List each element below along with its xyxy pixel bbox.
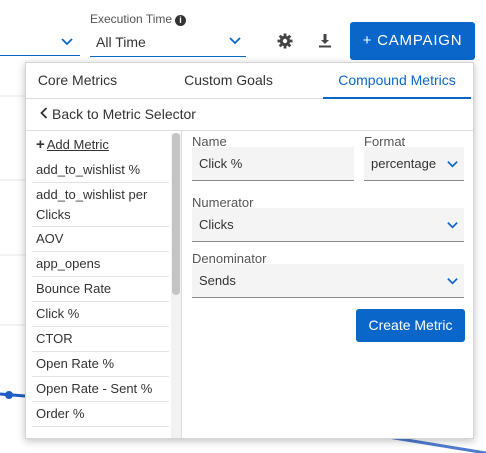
list-item[interactable]: Open Rate - Sent %	[32, 377, 169, 402]
list-item[interactable]: CTOR	[32, 327, 169, 352]
chevron-down-icon	[447, 222, 458, 229]
scrollbar-thumb[interactable]	[172, 133, 180, 295]
gear-icon[interactable]	[276, 32, 294, 50]
execution-time-label-text: Execution Time	[90, 12, 173, 26]
add-metric-label: Add Metric	[46, 137, 109, 152]
tab-custom-goals[interactable]: Custom Goals	[171, 63, 286, 99]
list-item[interactable]: app_opens	[32, 252, 169, 277]
create-metric-button[interactable]: Create Metric	[356, 309, 465, 342]
name-field[interactable]: Click %	[192, 147, 354, 181]
denominator-value: Sends	[199, 273, 236, 288]
format-value: percentage	[371, 156, 437, 171]
divider	[181, 131, 182, 438]
numerator-select[interactable]: Clicks	[192, 208, 464, 242]
list-item[interactable]: Order %	[32, 402, 169, 427]
app-root: Execution Time i All Time + CAMPAIGN Core…	[0, 0, 486, 453]
metric-list-scrollbar[interactable]	[171, 133, 181, 438]
add-metric-link[interactable]: + Add Metric	[32, 133, 169, 158]
list-item[interactable]: Open Rate %	[32, 352, 169, 377]
list-item[interactable]: Click %	[32, 302, 169, 327]
chevron-down-icon	[229, 37, 241, 45]
info-icon[interactable]: i	[175, 15, 187, 26]
metric-selector-panel: Core Metrics Custom Goals Compound Metri…	[25, 62, 474, 439]
list-item[interactable]: add_to_wishlist %	[32, 158, 169, 183]
format-select[interactable]: percentage	[364, 147, 464, 181]
back-label: Back to Metric Selector	[52, 106, 196, 122]
list-item[interactable]: add_to_wishlist per Clicks	[32, 183, 169, 227]
download-icon[interactable]	[316, 32, 334, 50]
numerator-value: Clicks	[199, 217, 234, 232]
metric-tabs: Core Metrics Custom Goals Compound Metri…	[26, 63, 473, 99]
metric-list: + Add Metric add_to_wishlist % add_to_wis…	[32, 133, 169, 438]
filter-select[interactable]	[0, 28, 80, 56]
name-value: Click %	[199, 156, 243, 171]
list-item[interactable]: AOV	[32, 227, 169, 252]
execution-time-label: Execution Time i	[90, 12, 187, 26]
add-campaign-button[interactable]: + CAMPAIGN	[350, 22, 475, 60]
chevron-down-icon	[447, 278, 458, 285]
chevron-down-icon	[447, 161, 458, 168]
back-to-metric-selector-link[interactable]: Back to Metric Selector	[26, 99, 473, 131]
execution-time-select[interactable]: All Time	[90, 28, 246, 57]
tab-core-metrics[interactable]: Core Metrics	[26, 63, 129, 99]
list-item[interactable]: Bounce Rate	[32, 277, 169, 302]
tab-compound-metrics[interactable]: Compound Metrics	[323, 63, 471, 99]
chevron-left-icon	[40, 107, 48, 119]
denominator-select[interactable]: Sends	[192, 264, 464, 298]
chevron-down-icon	[61, 38, 73, 46]
plus-icon: +	[36, 136, 45, 153]
execution-time-value: All Time	[96, 34, 146, 50]
